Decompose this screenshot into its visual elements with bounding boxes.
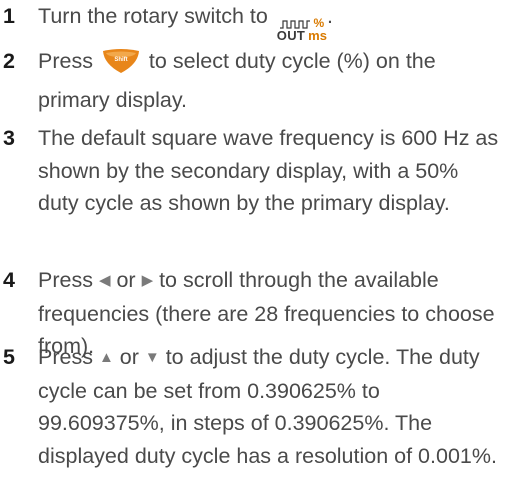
step-text: The default square wave frequency is 600… [38, 126, 499, 216]
step-5: 5 Press ▲ or ▼ to adjust the duty cycle.… [0, 341, 504, 473]
step-number: 5 [3, 345, 15, 369]
step-text: Press ▲ or ▼ to adjust the duty cycle. T… [38, 341, 504, 473]
step-3: 3 The default square wave frequency is 6… [0, 122, 504, 220]
squarewave-out-ms-symbol-icon: % OUT ms [277, 17, 327, 42]
down-arrow-icon: ▼ [144, 349, 160, 366]
step-number: 2 [3, 49, 15, 73]
step-1: 1 Turn the rotary switch to % OUT ms. [0, 0, 504, 42]
step-text: Turn the rotary switch to % OUT ms. [38, 0, 504, 42]
step-text-part: or [110, 268, 142, 292]
shift-label: Shift [114, 57, 127, 63]
out-symbol: OUT [276, 28, 306, 43]
left-arrow-icon: ◀ [98, 272, 111, 289]
step-number: 4 [3, 268, 15, 292]
step-text-part: Press [38, 268, 99, 292]
step-text: Press Shift to select duty cycle (%) on … [38, 45, 504, 116]
step-text-part: Press [38, 345, 99, 369]
shift-button-icon: Shift [101, 48, 141, 84]
step-number: 3 [3, 126, 15, 150]
ms-symbol: ms [308, 28, 327, 43]
up-arrow-icon: ▲ [98, 349, 114, 366]
step-2: 2 Press Shift to select duty cycle (%) o… [0, 45, 504, 116]
step-text-part: or [113, 345, 145, 369]
step-number: 1 [3, 4, 15, 28]
step-text-part: Press [38, 49, 99, 73]
right-arrow-icon: ▶ [141, 272, 154, 289]
step-text-part: . [326, 4, 333, 28]
step-text-part: Turn the rotary switch to [38, 4, 274, 28]
